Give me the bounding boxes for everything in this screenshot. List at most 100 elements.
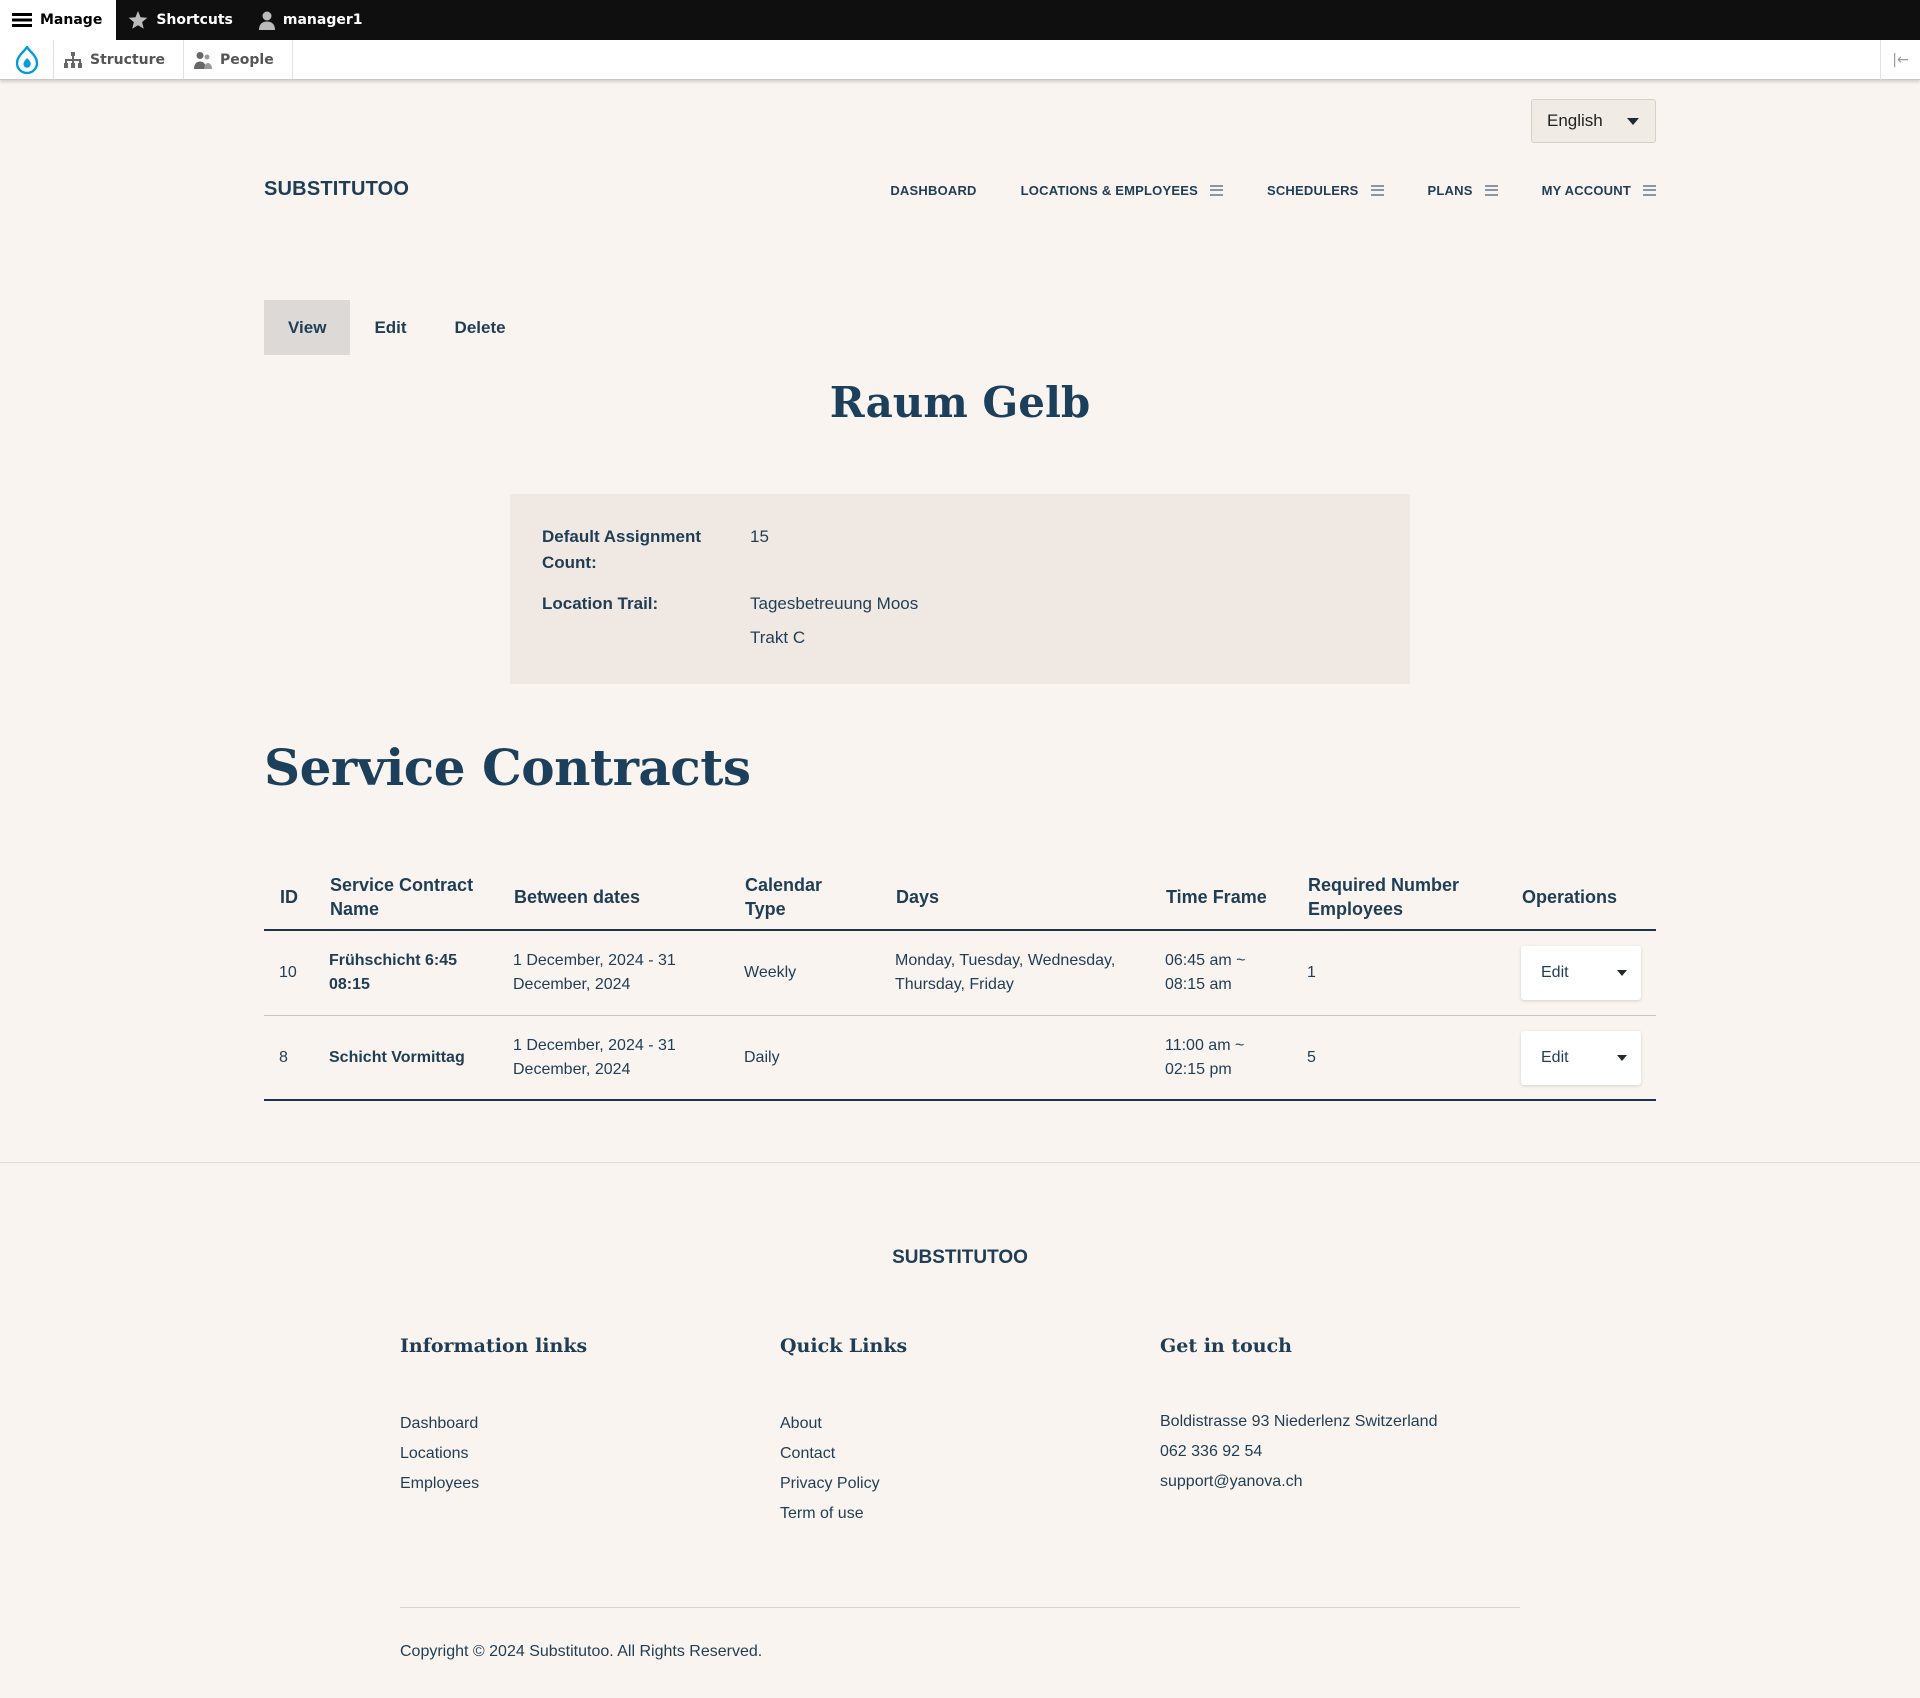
nav-item-label: DASHBOARD xyxy=(890,182,977,198)
service-contracts-table: ID Service Contract Name Between dates C… xyxy=(264,864,1656,1101)
cell-calendar-type: Weekly xyxy=(744,964,797,981)
footer-link-contact[interactable]: Contact xyxy=(780,1439,907,1469)
edit-operation-button[interactable]: Edit xyxy=(1521,1031,1641,1085)
toolbar-collapse-icon[interactable]: |← xyxy=(1880,40,1920,80)
cell-required: 5 xyxy=(1307,1048,1316,1066)
toolbar-user-tab[interactable]: manager1 xyxy=(247,0,377,40)
toolbar-structure-label: Structure xyxy=(90,51,166,68)
site-name[interactable]: SUBSTITUTOO xyxy=(264,178,409,201)
section-title: Service Contracts xyxy=(264,738,751,797)
language-selected: English xyxy=(1547,111,1603,130)
footer-divider xyxy=(0,1162,1920,1163)
menu-icon[interactable] xyxy=(1370,184,1384,196)
footer-link-dashboard[interactable]: Dashboard xyxy=(400,1409,587,1439)
footer-column-title: Information links xyxy=(400,1335,588,1357)
drupal-logo-icon xyxy=(15,45,38,74)
location-details: Default Assignment Count: 15 Location Tr… xyxy=(510,494,1410,684)
toolbar-manage-tab[interactable]: Manage xyxy=(0,0,117,40)
admin-toolbar: Manage Shortcuts manager1 xyxy=(0,0,1920,40)
cell-id: 8 xyxy=(279,1048,288,1066)
footer-link-terms[interactable]: Term of use xyxy=(780,1499,907,1529)
dropdown-caret-icon xyxy=(1627,118,1639,125)
footer-link-employees[interactable]: Employees xyxy=(400,1469,587,1499)
page-title: Raum Gelb xyxy=(829,378,1091,427)
copyright: Copyright © 2024 Substitutoo. All Rights… xyxy=(400,1643,763,1660)
column-header: ID xyxy=(280,886,298,907)
drupal-home-link[interactable] xyxy=(0,40,54,79)
menu-icon[interactable] xyxy=(1209,184,1223,196)
cell-id: 10 xyxy=(279,964,297,981)
footer-column-title: Get in touch xyxy=(1160,1335,1292,1357)
edit-operation-button[interactable]: Edit xyxy=(1521,946,1641,1000)
location-trail-item[interactable]: Trakt C xyxy=(750,625,918,651)
footer-information-links: Information links Dashboard Locations Em… xyxy=(400,1335,587,1499)
tab-view[interactable]: View xyxy=(264,300,351,355)
nav-item-label: SCHEDULERS xyxy=(1266,182,1359,198)
local-tasks-tabs: View Edit Delete xyxy=(264,300,530,355)
edit-button-label: Edit xyxy=(1541,1049,1569,1066)
footer-link-privacy-policy[interactable]: Privacy Policy xyxy=(780,1469,907,1499)
location-trail: Tagesbetreuung Moos Trakt C xyxy=(750,591,918,651)
cell-calendar-type: Daily xyxy=(744,1048,780,1066)
cell-days: Monday, Tuesday, Wednesday, Thursday, Fr… xyxy=(895,952,1116,993)
table-row: 10 Frühschicht 6:45 08:15 1 December, 20… xyxy=(264,931,1656,1016)
toolbar-people-link[interactable]: People xyxy=(184,40,293,79)
toolbar-structure-link[interactable]: Structure xyxy=(54,40,185,79)
toolbar-shortcuts-tab[interactable]: Shortcuts xyxy=(116,0,247,40)
cell-time-frame: 06:45 am ~ 08:15 am xyxy=(1165,952,1246,993)
cell-days xyxy=(895,1016,1145,1099)
location-trail-item[interactable]: Tagesbetreuung Moos xyxy=(750,591,918,617)
column-header: Between dates xyxy=(514,886,641,907)
nav-item-label: PLANS xyxy=(1427,182,1473,198)
tab-delete[interactable]: Delete xyxy=(431,300,530,355)
column-header: Operations xyxy=(1522,886,1618,907)
nav-item-schedulers[interactable]: SCHEDULERS xyxy=(1267,180,1384,200)
star-icon xyxy=(128,10,148,29)
toolbar-manage-label: Manage xyxy=(40,12,103,28)
nav-item-my-account[interactable]: MY ACCOUNT xyxy=(1542,180,1656,200)
nav-item-plans[interactable]: PLANS xyxy=(1428,180,1498,200)
column-header: Service Contract Name xyxy=(330,874,474,919)
tab-edit[interactable]: Edit xyxy=(350,300,430,355)
cell-name[interactable]: Schicht Vormittag xyxy=(329,1016,499,1099)
dropdown-caret-icon[interactable] xyxy=(1617,1055,1627,1061)
footer-address: Boldistrasse 93 Niederlenz Switzerland xyxy=(1160,1413,1438,1430)
toolbar-user-label: manager1 xyxy=(282,12,363,28)
user-icon xyxy=(258,11,275,30)
column-header: Calendar Type xyxy=(745,874,823,919)
footer-link-about[interactable]: About xyxy=(780,1409,907,1439)
toolbar-shortcuts-label: Shortcuts xyxy=(156,12,233,28)
default-assignment-value: 15 xyxy=(750,527,769,546)
dropdown-caret-icon[interactable] xyxy=(1617,970,1627,976)
table-header: ID Service Contract Name Between dates C… xyxy=(264,864,1656,931)
edit-button-label: Edit xyxy=(1541,964,1569,981)
footer-column-title: Quick Links xyxy=(780,1335,908,1357)
toolbar-people-label: People xyxy=(220,51,274,68)
column-header: Required Number Employees xyxy=(1308,874,1460,919)
footer-site-name[interactable]: SUBSTITUTOO xyxy=(0,1247,1920,1269)
default-assignment-label: Default Assignment Count: xyxy=(542,527,702,572)
nav-item-label: LOCATIONS & EMPLOYEES xyxy=(1020,182,1198,198)
structure-icon xyxy=(64,51,82,68)
people-icon xyxy=(194,51,213,69)
menu-icon[interactable] xyxy=(1484,184,1498,196)
cell-name[interactable]: Frühschicht 6:45 08:15 xyxy=(329,931,499,1015)
location-trail-row: Location Trail: Tagesbetreuung Moos Trak… xyxy=(542,591,918,651)
footer-phone: 062 336 92 54 xyxy=(1160,1443,1263,1460)
admin-toolbar-tray: Structure People |← xyxy=(0,40,1920,80)
footer-email[interactable]: support@yanova.ch xyxy=(1160,1467,1437,1497)
footer-link-locations[interactable]: Locations xyxy=(400,1439,587,1469)
cell-dates: 1 December, 2024 - 31 December, 2024 xyxy=(513,952,676,993)
table-row: 8 Schicht Vormittag 1 December, 2024 - 3… xyxy=(264,1016,1656,1101)
footer-contact: Get in touch Boldistrasse 93 Niederlenz … xyxy=(1160,1335,1437,1497)
nav-item-dashboard[interactable]: DASHBOARD xyxy=(890,180,976,200)
location-trail-label: Location Trail: xyxy=(542,594,659,613)
footer-quick-links: Quick Links About Contact Privacy Policy… xyxy=(780,1335,907,1529)
cell-time-frame: 11:00 am ~ 02:15 pm xyxy=(1165,1036,1245,1078)
default-assignment-row: Default Assignment Count: 15 xyxy=(542,524,769,576)
menu-icon[interactable] xyxy=(1643,184,1656,196)
nav-item-locations-employees[interactable]: LOCATIONS & EMPLOYEES xyxy=(1021,180,1223,200)
cell-dates: 1 December, 2024 - 31 December, 2024 xyxy=(513,1036,676,1078)
language-select[interactable]: English xyxy=(1531,99,1656,143)
footer-bottom-divider xyxy=(400,1607,1520,1608)
